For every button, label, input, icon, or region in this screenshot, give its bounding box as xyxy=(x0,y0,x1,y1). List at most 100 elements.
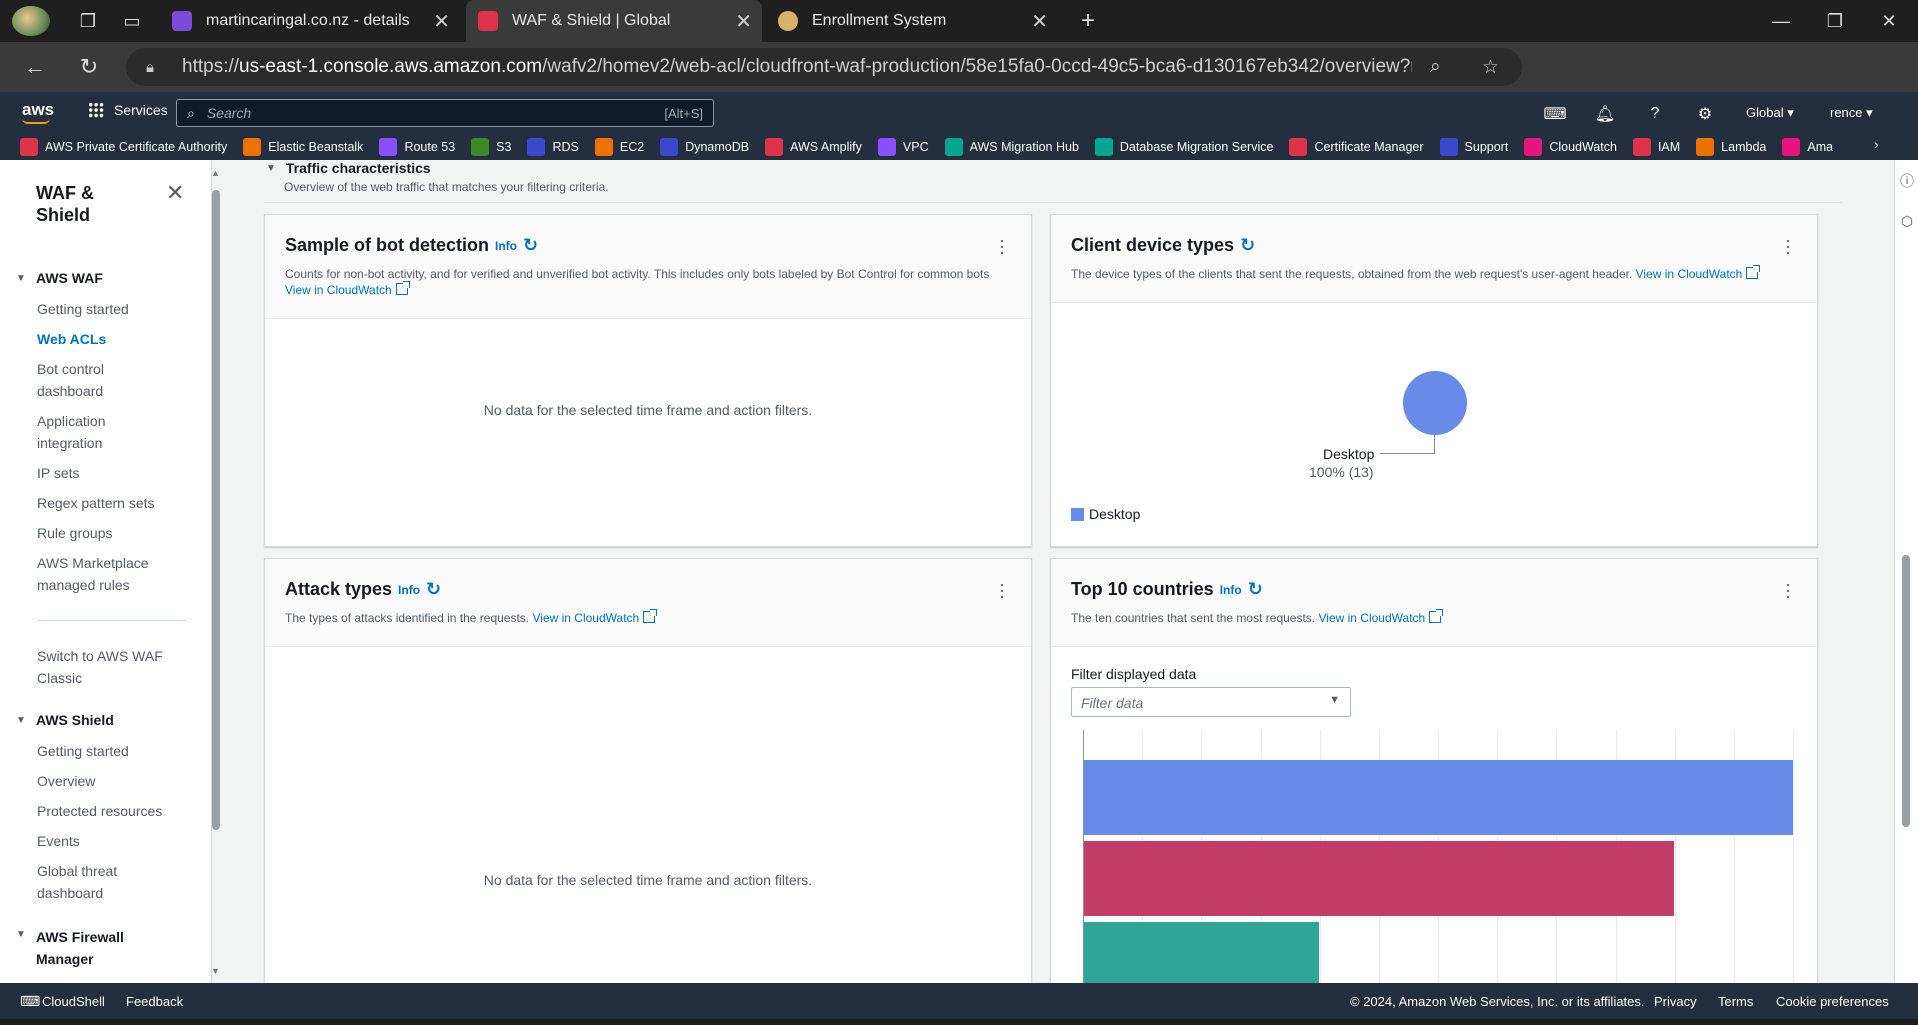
info-link[interactable]: Info xyxy=(1220,583,1242,597)
console-search-input[interactable]: ⌕ Search [Alt+S] xyxy=(176,99,714,127)
favorite-iam[interactable]: IAM xyxy=(1632,138,1680,156)
sidebar-item-switch-classic[interactable]: Switch to AWS WAF Classic xyxy=(37,645,177,689)
sidebar-item-ip-sets[interactable]: IP sets xyxy=(37,462,167,484)
back-arrow-icon[interactable]: ← xyxy=(20,52,50,82)
favorite-elastic-beanstalk[interactable]: Elastic Beanstalk xyxy=(243,138,363,156)
sidebar-item-rule-groups[interactable]: Rule groups xyxy=(37,522,167,544)
close-icon[interactable]: ✕ xyxy=(735,9,752,34)
minimize-icon[interactable]: — xyxy=(1752,0,1810,42)
cloudshell-link[interactable]: CloudShell xyxy=(42,994,105,1009)
scrollbar-thumb[interactable] xyxy=(212,190,220,830)
section-aws-shield[interactable]: ▼ AWS Shield xyxy=(16,712,114,728)
url-field[interactable]: 🔒︎ https://us-east-1.console.aws.amazon.… xyxy=(126,48,1522,86)
sidebar-scrollbar[interactable]: ▲ ▼ xyxy=(210,168,222,980)
sidebar-item-events[interactable]: Events xyxy=(37,830,167,852)
traffic-characteristics-toggle[interactable]: ▼ Traffic characteristics xyxy=(266,160,431,176)
filter-data-select[interactable]: Filter data ▼ xyxy=(1071,687,1351,717)
chart-bar[interactable] xyxy=(1083,922,1320,983)
feedback-link[interactable]: Feedback xyxy=(126,994,183,1009)
more-options-icon[interactable]: · · · xyxy=(999,231,1005,261)
aws-logo[interactable]: aws xyxy=(22,100,54,124)
sidebar-item-marketplace-rules[interactable]: AWS Marketplace managed rules xyxy=(37,552,167,596)
favorite-star-icon[interactable]: ☆ xyxy=(1482,56,1499,79)
view-in-cloudwatch-link[interactable]: View in CloudWatch xyxy=(1636,265,1761,281)
new-tab-icon[interactable]: + xyxy=(1074,7,1102,35)
favorite-amplify[interactable]: AWS Amplify xyxy=(765,138,862,156)
favorite-support[interactable]: Support xyxy=(1439,138,1508,156)
zoom-icon[interactable]: ⌕ xyxy=(1430,56,1441,78)
sidebar-item-shield-getting-started[interactable]: Getting started xyxy=(37,740,167,762)
view-in-cloudwatch-link[interactable]: View in CloudWatch xyxy=(532,609,658,625)
favorite-truncated[interactable]: Ama xyxy=(1782,138,1833,156)
sidebar-item-protected-resources[interactable]: Protected resources xyxy=(37,800,167,822)
favorite-dynamodb[interactable]: DynamoDB xyxy=(660,138,749,156)
view-in-cloudwatch-link[interactable]: View in CloudWatch xyxy=(1318,609,1444,625)
account-menu[interactable]: rence ▾ xyxy=(1830,105,1873,121)
refresh-icon[interactable]: ↻ xyxy=(523,235,538,256)
info-link[interactable]: Info xyxy=(398,583,420,597)
workspaces-icon[interactable]: ❐ xyxy=(74,7,102,35)
view-in-cloudwatch-link[interactable]: View in CloudWatch xyxy=(285,281,410,297)
favorite-dms[interactable]: Database Migration Service xyxy=(1094,138,1273,156)
favorite-route53[interactable]: Route 53 xyxy=(379,138,455,156)
section-aws-waf[interactable]: ▼ AWS WAF xyxy=(16,270,103,286)
cookie-preferences-link[interactable]: Cookie preferences xyxy=(1776,994,1889,1009)
page-scrollbar[interactable] xyxy=(1898,97,1912,983)
scrollbar-thumb[interactable] xyxy=(1902,555,1910,827)
cloudshell-icon[interactable]: ⌨ xyxy=(20,993,40,1010)
privacy-link[interactable]: Privacy xyxy=(1654,994,1697,1009)
tab-waf-shield[interactable]: WAF & Shield | Global ✕ xyxy=(466,0,762,42)
region-selector[interactable]: Global ▾ xyxy=(1746,105,1794,121)
refresh-icon[interactable]: ↻ xyxy=(1240,235,1255,256)
sidebar-item-global-threat-dashboard[interactable]: Global threat dashboard xyxy=(37,860,167,904)
services-menu[interactable]: Services xyxy=(88,102,168,118)
favorite-private-ca[interactable]: AWS Private Certificate Authority xyxy=(20,138,227,156)
more-options-icon[interactable]: · · · xyxy=(999,575,1005,605)
refresh-icon[interactable]: ↻ xyxy=(426,579,441,600)
notifications-bell-icon[interactable]: 🔔︎ xyxy=(1594,103,1616,125)
filter-label: Filter displayed data xyxy=(1071,666,1197,682)
favorite-cloudwatch[interactable]: CloudWatch xyxy=(1524,138,1617,156)
info-link[interactable]: Info xyxy=(495,239,517,253)
tab-actions-icon[interactable]: ▭ xyxy=(118,7,146,35)
sidebar-item-web-acls[interactable]: Web ACLs xyxy=(37,328,167,350)
favorite-certificate-manager[interactable]: Certificate Manager xyxy=(1289,138,1424,156)
chart-bar[interactable] xyxy=(1083,841,1675,916)
favorite-lambda[interactable]: Lambda xyxy=(1696,138,1766,156)
favorite-migration-hub[interactable]: AWS Migration Hub xyxy=(944,138,1079,156)
more-options-icon[interactable]: · · · xyxy=(1785,575,1791,605)
window-close-icon[interactable]: ✕ xyxy=(1860,0,1918,42)
maximize-icon[interactable]: ❐ xyxy=(1806,0,1864,42)
scroll-up-icon[interactable]: ▲ xyxy=(211,168,220,178)
close-icon[interactable]: ✕ xyxy=(1031,9,1048,34)
chart-bar[interactable] xyxy=(1083,760,1793,835)
close-icon[interactable]: ✕ xyxy=(433,9,450,34)
sidebar-item-regex-pattern-sets[interactable]: Regex pattern sets xyxy=(37,492,167,514)
sidebar-item-getting-started[interactable]: Getting started xyxy=(37,298,167,320)
more-options-icon[interactable]: · · · xyxy=(1785,231,1791,261)
pie-slice-desktop[interactable] xyxy=(1403,371,1467,435)
favorite-rds[interactable]: RDS xyxy=(527,138,579,156)
favorite-ec2[interactable]: EC2 xyxy=(594,138,644,156)
favorites-overflow-chevron-icon[interactable]: › xyxy=(1874,136,1879,152)
chart-legend-item[interactable]: Desktop xyxy=(1071,506,1140,522)
sidebar-item-application-integration[interactable]: Application integration xyxy=(37,410,167,454)
tab-enrollment-system[interactable]: Enrollment System ✕ xyxy=(766,0,1058,42)
favorite-s3[interactable]: S3 xyxy=(471,138,511,156)
traffic-description: Overview of the web traffic that matches… xyxy=(284,180,609,194)
close-sidebar-icon[interactable]: ✕ xyxy=(166,180,184,206)
refresh-icon[interactable]: ↻ xyxy=(1248,579,1263,600)
reload-icon[interactable]: ↻ xyxy=(74,52,104,82)
settings-gear-icon[interactable]: ⚙ xyxy=(1694,103,1716,125)
scroll-down-icon[interactable]: ▼ xyxy=(211,966,220,976)
profile-avatar[interactable] xyxy=(12,6,50,36)
cloudshell-icon[interactable]: ⌨ xyxy=(1543,103,1566,125)
terms-link[interactable]: Terms xyxy=(1718,994,1753,1009)
favorite-vpc[interactable]: VPC xyxy=(877,138,929,156)
tab-martincaringal[interactable]: martincaringal.co.nz - details ✕ xyxy=(160,0,460,42)
section-firewall-manager[interactable]: ▼ AWS Firewall Manager xyxy=(16,926,156,970)
sidebar-item-bot-control[interactable]: Bot control dashboard xyxy=(37,358,167,402)
sidebar-item-shield-overview[interactable]: Overview xyxy=(37,770,167,792)
help-icon[interactable]: ? xyxy=(1644,103,1666,125)
sidebar-title: WAF & Shield xyxy=(36,183,94,225)
